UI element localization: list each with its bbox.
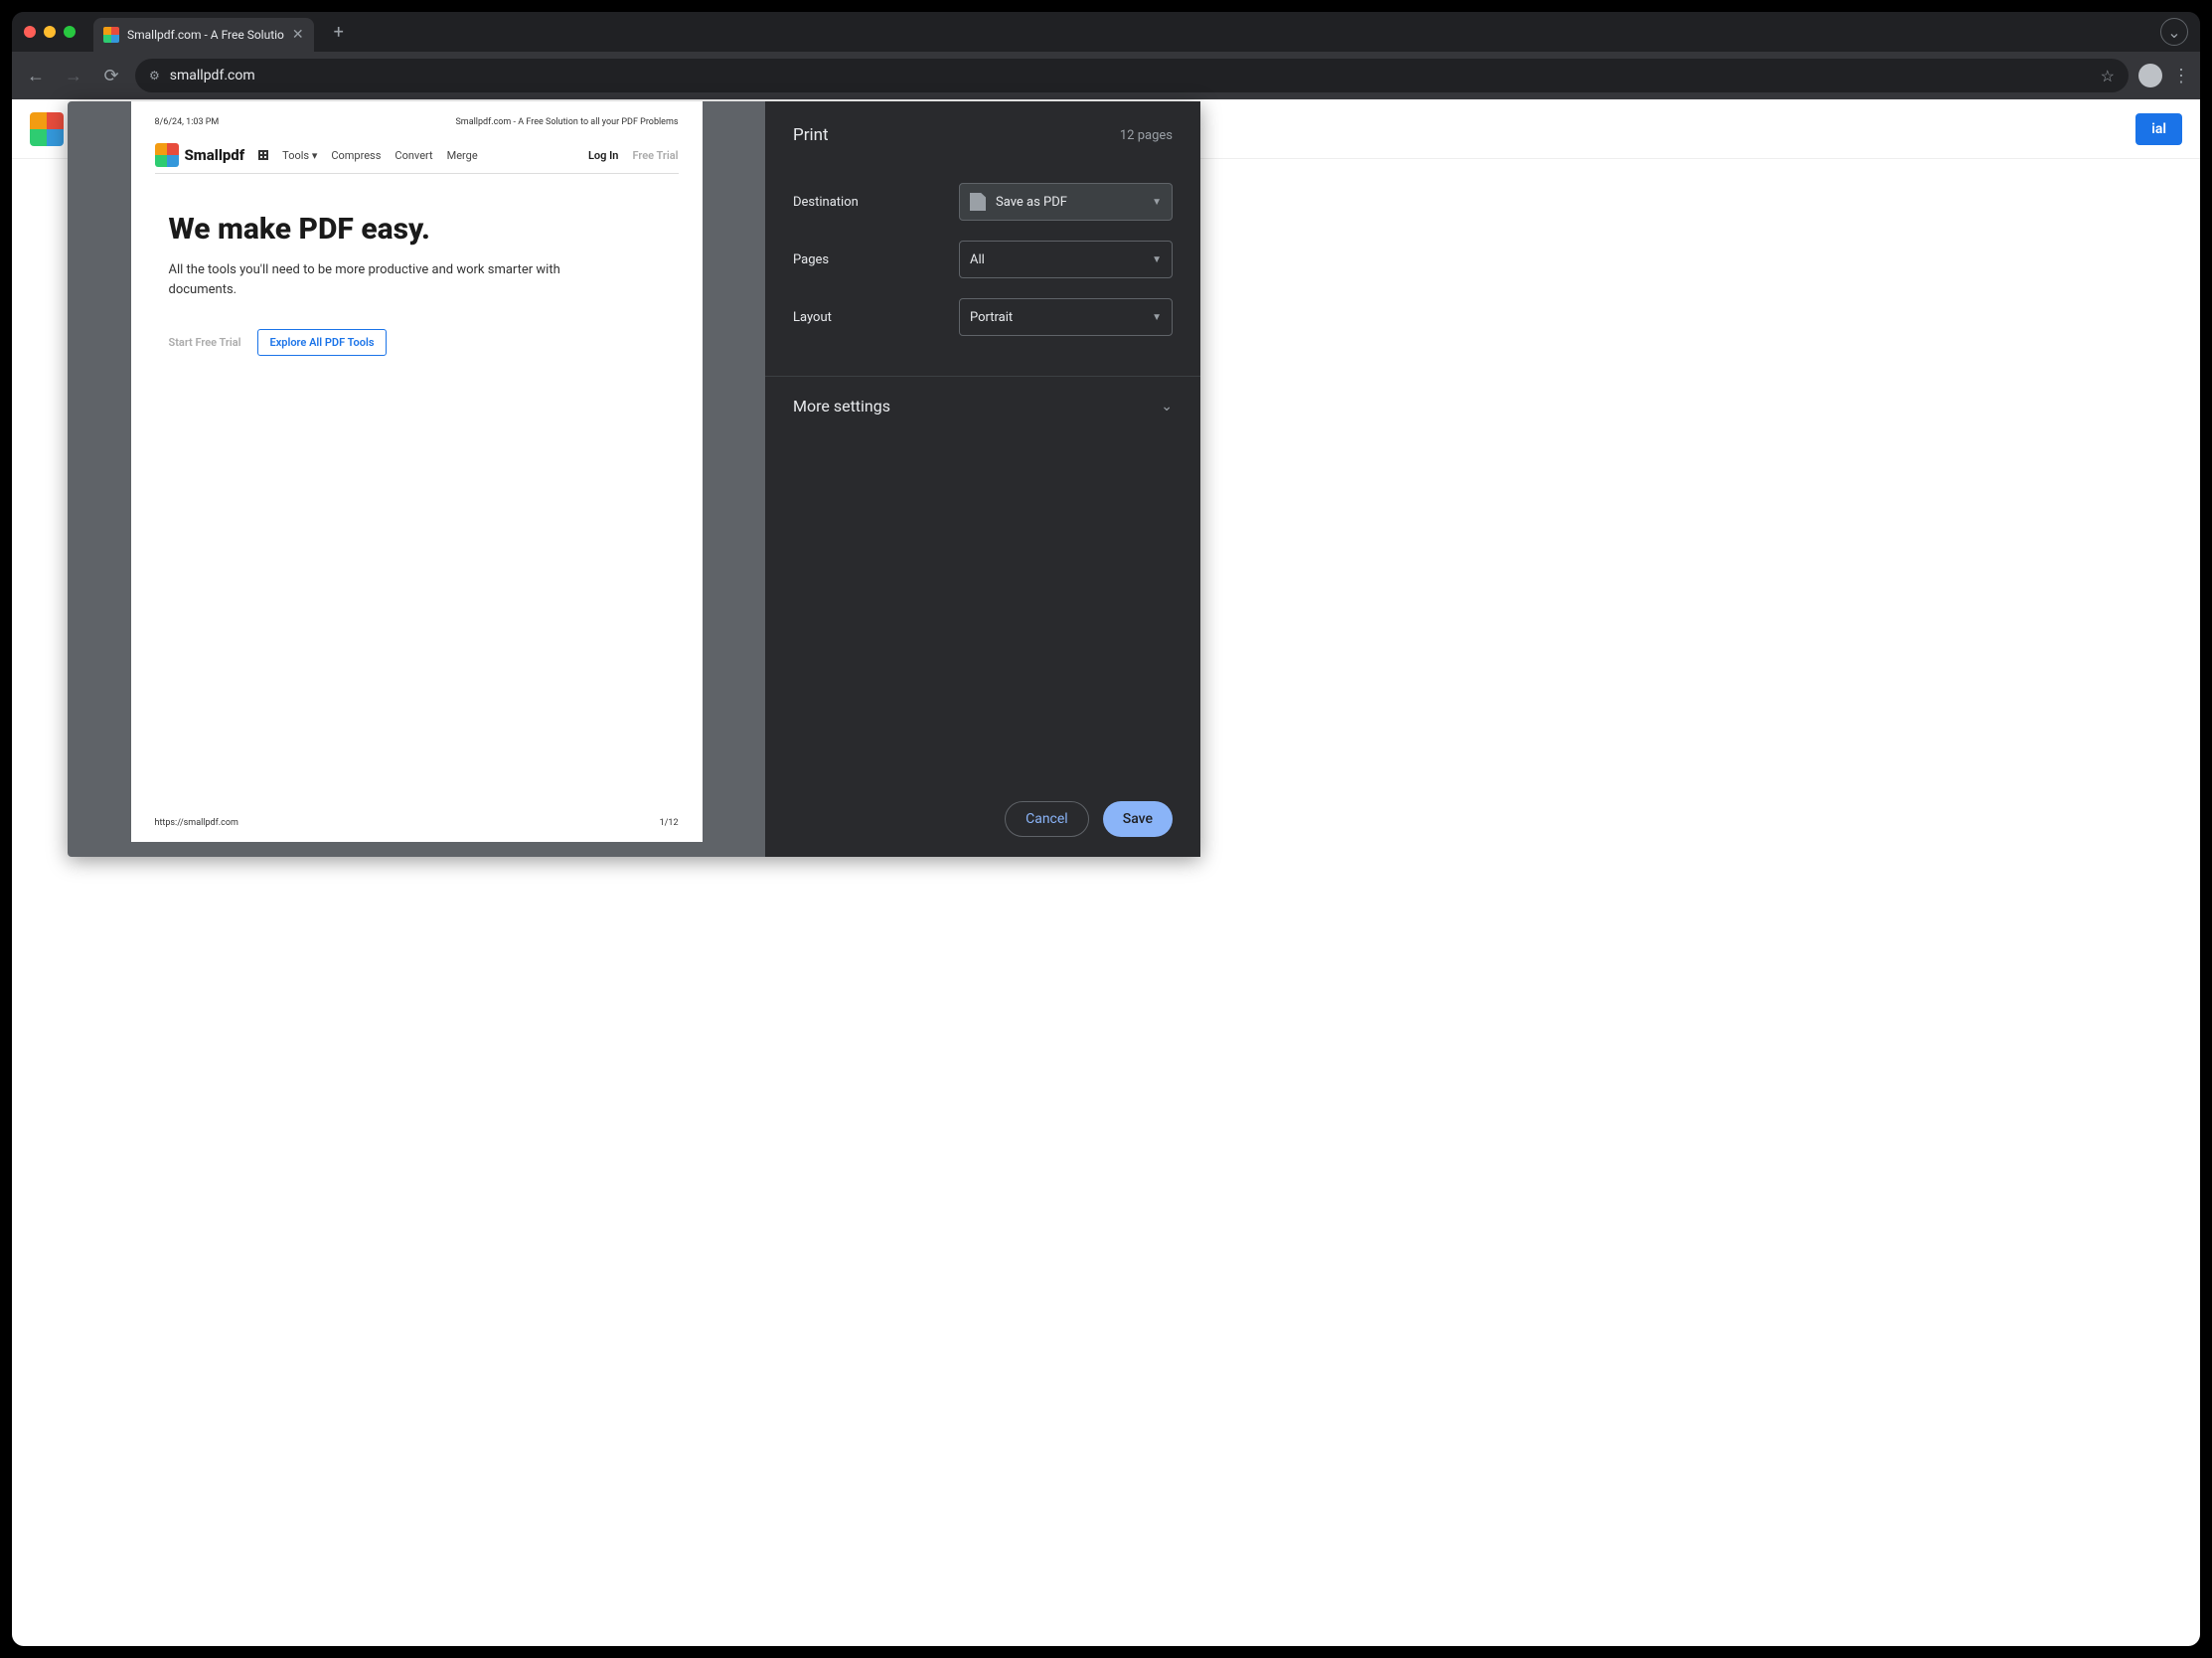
bookmark-icon[interactable]: ☆ [2101, 67, 2115, 85]
preview-sub: All the tools you'll need to be more pro… [169, 260, 606, 299]
new-tab-button[interactable]: + [334, 22, 344, 43]
preview-nav: Smallpdf Tools ▾ Compress Convert Merge … [155, 137, 679, 174]
tab-title: Smallpdf.com - A Free Solutio [127, 28, 284, 42]
preview-nav-compress: Compress [331, 149, 381, 162]
titlebar: Smallpdf.com - A Free Solutio ✕ + ⌄ [12, 12, 2200, 52]
preview-header-title: Smallpdf.com - A Free Solution to all yo… [455, 117, 678, 127]
preview-nav-login: Log In [588, 149, 618, 162]
preview-cta-explore: Explore All PDF Tools [257, 329, 388, 356]
forward-button[interactable]: → [60, 66, 87, 86]
browser-window: Smallpdf.com - A Free Solutio ✕ + ⌄ ← → … [12, 12, 2200, 1646]
chevron-down-icon: ▼ [1152, 312, 1162, 323]
print-title: Print [793, 125, 829, 145]
print-dialog: 8/6/24, 1:03 PM Smallpdf.com - A Free So… [68, 101, 1200, 857]
chevron-down-icon: ▼ [1152, 254, 1162, 265]
window-controls [24, 26, 76, 38]
site-settings-icon[interactable]: ⚙ [149, 69, 160, 83]
close-window-icon[interactable] [24, 26, 36, 38]
print-row-pages: Pages All ▼ [793, 241, 1173, 278]
tabs-dropdown-button[interactable]: ⌄ [2160, 18, 2188, 46]
print-row-layout: Layout Portrait ▼ [793, 298, 1173, 336]
cancel-button[interactable]: Cancel [1005, 801, 1089, 837]
browser-tab[interactable]: Smallpdf.com - A Free Solutio ✕ [93, 18, 314, 52]
pages-label: Pages [793, 252, 829, 267]
layout-select[interactable]: Portrait ▼ [959, 298, 1173, 336]
preview-page: 8/6/24, 1:03 PM Smallpdf.com - A Free So… [131, 101, 703, 842]
layout-label: Layout [793, 310, 832, 325]
print-settings-pane: Print 12 pages Destination Save as PDF ▼… [765, 101, 1200, 857]
preview-logo: Smallpdf [155, 143, 245, 167]
back-button[interactable]: ← [22, 66, 50, 86]
browser-toolbar: ← → ⟳ ⚙ smallpdf.com ☆ ⋮ [12, 52, 2200, 99]
preview-footer-url: https://smallpdf.com [155, 818, 238, 828]
reload-button[interactable]: ⟳ [97, 66, 125, 86]
address-bar[interactable]: ⚙ smallpdf.com ☆ [135, 59, 2129, 92]
minimize-window-icon[interactable] [44, 26, 56, 38]
profile-avatar[interactable] [2138, 64, 2162, 87]
more-settings-toggle[interactable]: More settings ⌄ [765, 377, 1200, 435]
fullscreen-window-icon[interactable] [64, 26, 76, 38]
menu-icon[interactable]: ⋮ [2172, 66, 2190, 86]
print-preview-pane: 8/6/24, 1:03 PM Smallpdf.com - A Free So… [68, 101, 765, 857]
preview-nav-merge: Merge [447, 149, 478, 162]
preview-footer-page: 1/12 [660, 818, 679, 828]
bg-cta-button[interactable]: ial [2135, 113, 2182, 145]
bg-logo-icon [30, 112, 64, 146]
preview-logo-icon [155, 143, 179, 167]
preview-nav-freetrial: Free Trial [632, 149, 678, 162]
preview-h1: We make PDF easy. [169, 212, 665, 247]
apps-icon [258, 150, 268, 160]
print-row-destination: Destination Save as PDF ▼ [793, 183, 1173, 221]
favicon-icon [103, 27, 119, 43]
destination-select[interactable]: Save as PDF ▼ [959, 183, 1173, 221]
print-page-count: 12 pages [1120, 128, 1173, 143]
preview-hero: We make PDF easy. All the tools you'll n… [155, 212, 679, 356]
document-icon [970, 193, 986, 211]
preview-cta-start: Start Free Trial [169, 336, 241, 349]
chevron-down-icon: ⌄ [1161, 399, 1173, 414]
preview-timestamp: 8/6/24, 1:03 PM [155, 117, 220, 127]
preview-nav-convert: Convert [395, 149, 432, 162]
url-text: smallpdf.com [170, 68, 255, 83]
preview-nav-tools: Tools ▾ [282, 149, 317, 162]
destination-label: Destination [793, 195, 859, 210]
more-settings-label: More settings [793, 397, 890, 415]
close-tab-icon[interactable]: ✕ [292, 27, 304, 43]
save-button[interactable]: Save [1103, 801, 1173, 837]
chevron-down-icon: ▼ [1152, 197, 1162, 208]
pages-select[interactable]: All ▼ [959, 241, 1173, 278]
